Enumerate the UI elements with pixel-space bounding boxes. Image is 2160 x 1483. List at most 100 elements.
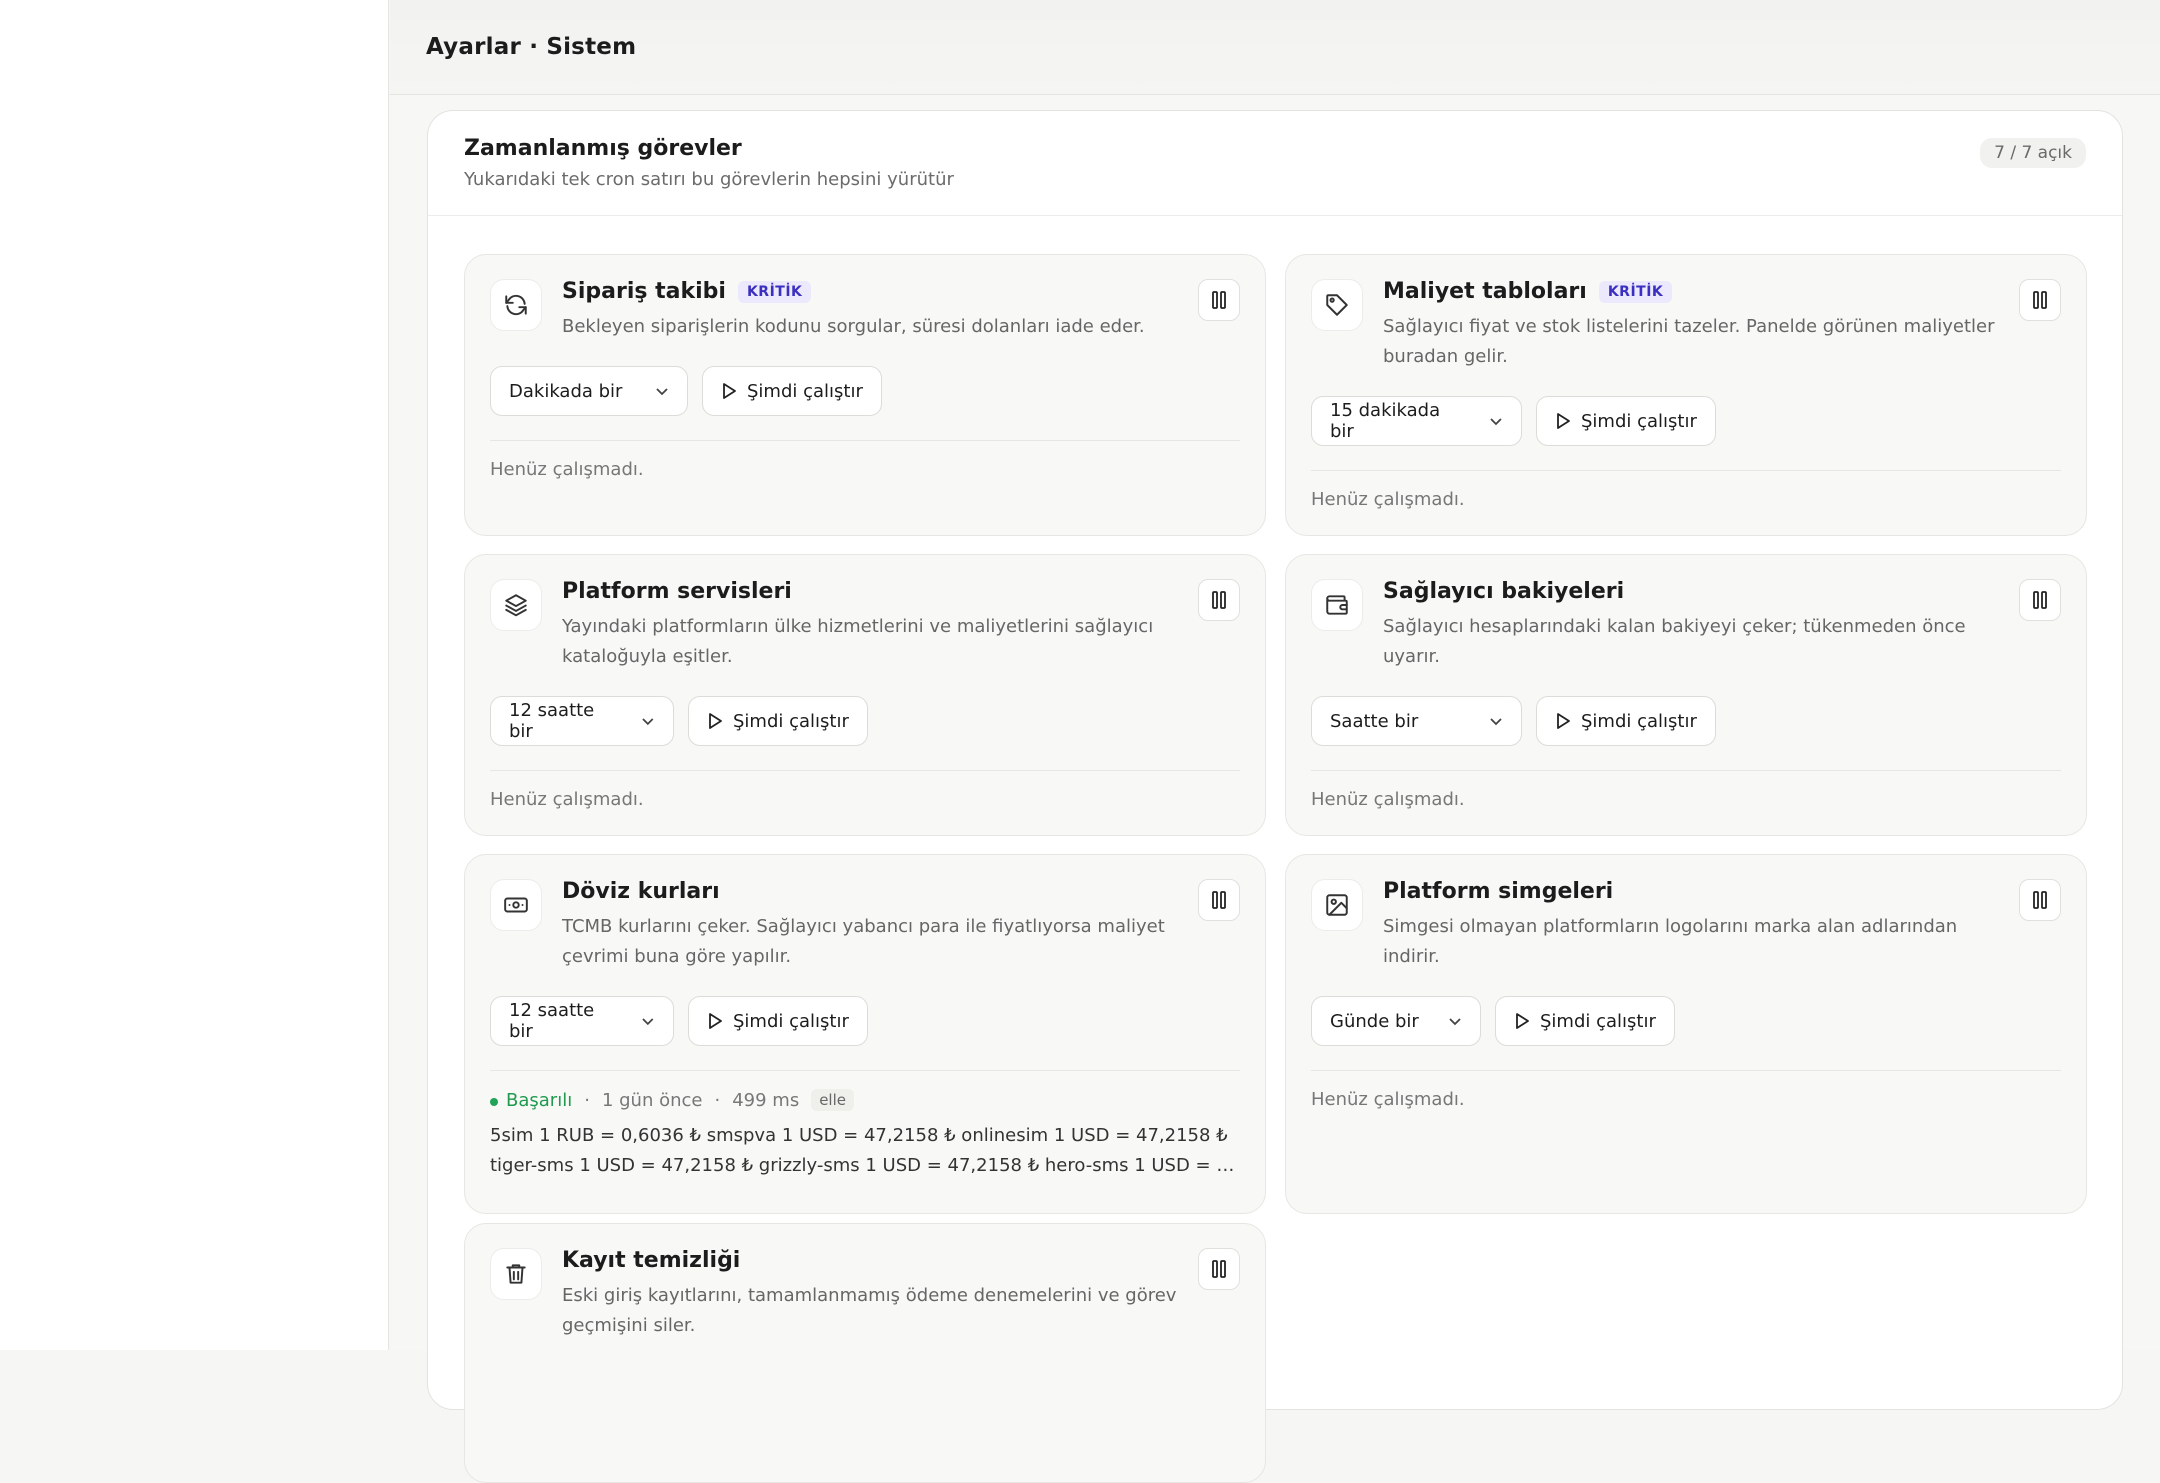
run-now-button[interactable]: Şimdi çalıştır <box>1536 696 1716 746</box>
pause-icon <box>2033 891 2047 909</box>
panel-title: Zamanlanmış görevler <box>464 136 742 161</box>
layers-icon <box>490 579 542 631</box>
pause-icon <box>1212 591 1226 609</box>
last-run-summary: Başarılı · 1 gün önce · 499 ms elle <box>490 1071 1240 1111</box>
task-card-order-tracking: Sipariş takibi KRİTİK Bekleyen siparişle… <box>464 254 1266 536</box>
task-description: TCMB kurlarını çeker. Sağlayıcı yabancı … <box>562 916 1165 967</box>
task-description: Yayındaki platformların ülke hizmetlerin… <box>562 616 1154 667</box>
pause-button[interactable] <box>1198 879 1240 921</box>
enabled-count-badge: 7 / 7 açık <box>1980 138 2086 168</box>
interval-select[interactable]: 15 dakikada bir <box>1311 396 1522 446</box>
run-now-label: Şimdi çalıştır <box>733 1010 849 1032</box>
pause-button[interactable] <box>1198 279 1240 321</box>
sidebar <box>0 0 389 1350</box>
wallet-icon <box>1311 579 1363 631</box>
interval-value: 15 dakikada bir <box>1330 400 1441 442</box>
success-status: Başarılı <box>490 1090 572 1111</box>
separator-dot: · <box>714 1089 721 1111</box>
chevron-down-icon <box>1490 418 1502 426</box>
task-title: Platform simgeleri <box>1383 879 1614 904</box>
run-now-label: Şimdi çalıştır <box>747 380 863 402</box>
interval-select[interactable]: Günde bir <box>1311 996 1481 1046</box>
pause-button[interactable] <box>2019 879 2061 921</box>
last-run-result-line: tiger-sms 1 USD = 47,2158 ₺ grizzly-sms … <box>490 1155 1240 1176</box>
chevron-down-icon <box>656 388 668 396</box>
interval-value: 12 saatte bir <box>509 700 595 742</box>
pause-icon <box>1212 891 1226 909</box>
last-run-status: Henüz çalışmadı. <box>1311 489 1465 510</box>
last-run-result-line: 5sim 1 RUB = 0,6036 ₺ smspva 1 USD = 47,… <box>490 1125 1228 1146</box>
task-title: Sağlayıcı bakiyeleri <box>1383 579 1625 604</box>
pause-icon <box>1212 291 1226 309</box>
chevron-down-icon <box>642 1018 654 1026</box>
run-now-button[interactable]: Şimdi çalıştır <box>688 996 868 1046</box>
task-title: Maliyet tabloları <box>1383 279 1587 304</box>
task-description: Simgesi olmayan platformların logolarını… <box>1383 916 1958 967</box>
task-description: Sağlayıcı hesaplarındaki kalan bakiyeyi … <box>1383 616 1966 667</box>
task-title: Sipariş takibi <box>562 279 726 304</box>
task-description: Eski giriş kayıtlarını, tamamlanmamış öd… <box>562 1285 1177 1336</box>
task-title: Platform servisleri <box>562 579 792 604</box>
run-now-button[interactable]: Şimdi çalıştır <box>1495 996 1675 1046</box>
chevron-down-icon <box>642 718 654 726</box>
critical-badge: KRİTİK <box>1598 280 1673 303</box>
tag-icon <box>1311 279 1363 331</box>
task-description: Sağlayıcı fiyat ve stok listelerini taze… <box>1383 316 1995 367</box>
run-now-button[interactable]: Şimdi çalıştır <box>1536 396 1716 446</box>
run-now-label: Şimdi çalıştır <box>1581 410 1697 432</box>
image-icon <box>1311 879 1363 931</box>
chevron-down-icon <box>1490 718 1502 726</box>
refresh-icon <box>490 279 542 331</box>
banknote-icon <box>490 879 542 931</box>
pause-icon <box>1212 1260 1226 1278</box>
task-description: Bekleyen siparişlerin kodunu sorgular, s… <box>562 316 1145 337</box>
play-icon <box>723 383 736 399</box>
last-run-status: Henüz çalışmadı. <box>490 789 644 810</box>
pause-button[interactable] <box>1198 579 1240 621</box>
pause-icon <box>2033 591 2047 609</box>
page-title: Ayarlar · Sistem <box>426 34 637 60</box>
task-card-cost-tables: Maliyet tabloları KRİTİK Sağlayıcı fiyat… <box>1285 254 2087 536</box>
play-icon <box>1557 713 1570 729</box>
interval-value: Dakikada bir <box>509 380 623 402</box>
interval-select[interactable]: 12 saatte bir <box>490 696 674 746</box>
play-icon <box>709 713 722 729</box>
last-run-time: 1 gün önce <box>601 1089 703 1111</box>
scheduled-tasks-panel: Zamanlanmış görevler Yukarıdaki tek cron… <box>427 110 2123 1483</box>
panel-subtitle: Yukarıdaki tek cron satırı bu görevlerin… <box>464 169 954 190</box>
run-now-label: Şimdi çalıştır <box>1581 710 1697 732</box>
trash-icon <box>490 1248 542 1300</box>
chevron-down-icon <box>1449 1018 1461 1026</box>
run-now-button[interactable]: Şimdi çalıştır <box>688 696 868 746</box>
last-run-duration: 499 ms <box>732 1089 800 1111</box>
pause-button[interactable] <box>2019 579 2061 621</box>
interval-select[interactable]: Dakikada bir <box>490 366 688 416</box>
pause-button[interactable] <box>2019 279 2061 321</box>
pause-icon <box>2033 291 2047 309</box>
play-icon <box>1516 1013 1529 1029</box>
top-bar: Ayarlar · Sistem <box>390 0 2160 95</box>
pause-button[interactable] <box>1198 1248 1240 1290</box>
interval-value: 12 saatte bir <box>509 1000 595 1042</box>
run-now-button[interactable]: Şimdi çalıştır <box>702 366 882 416</box>
task-title: Kayıt temizliği <box>562 1248 741 1273</box>
last-run-status: Henüz çalışmadı. <box>1311 789 1465 810</box>
task-card-platform-services: Platform servisleri Yayındaki platformla… <box>464 554 1266 836</box>
interval-select[interactable]: Saatte bir <box>1311 696 1522 746</box>
critical-badge: KRİTİK <box>737 280 812 303</box>
play-icon <box>1557 413 1570 429</box>
interval-value: Günde bir <box>1330 1010 1419 1032</box>
task-title: Döviz kurları <box>562 879 720 904</box>
task-card-log-cleanup: Kayıt temizliği Eski giriş kayıtlarını, … <box>464 1223 1266 1483</box>
panel-header: Zamanlanmış görevler Yukarıdaki tek cron… <box>428 111 2122 216</box>
last-run-status: Henüz çalışmadı. <box>490 459 644 480</box>
separator-dot: · <box>584 1089 590 1111</box>
run-now-label: Şimdi çalıştır <box>1540 1010 1656 1032</box>
run-now-label: Şimdi çalıştır <box>733 710 849 732</box>
status-dot <box>490 1097 498 1106</box>
task-card-exchange-rates: Döviz kurları TCMB kurlarını çeker. Sağl… <box>464 854 1266 1214</box>
trigger-badge: elle <box>811 1089 854 1111</box>
interval-select[interactable]: 12 saatte bir <box>490 996 674 1046</box>
last-run-status: Henüz çalışmadı. <box>1311 1089 1465 1110</box>
interval-value: Saatte bir <box>1330 710 1419 732</box>
